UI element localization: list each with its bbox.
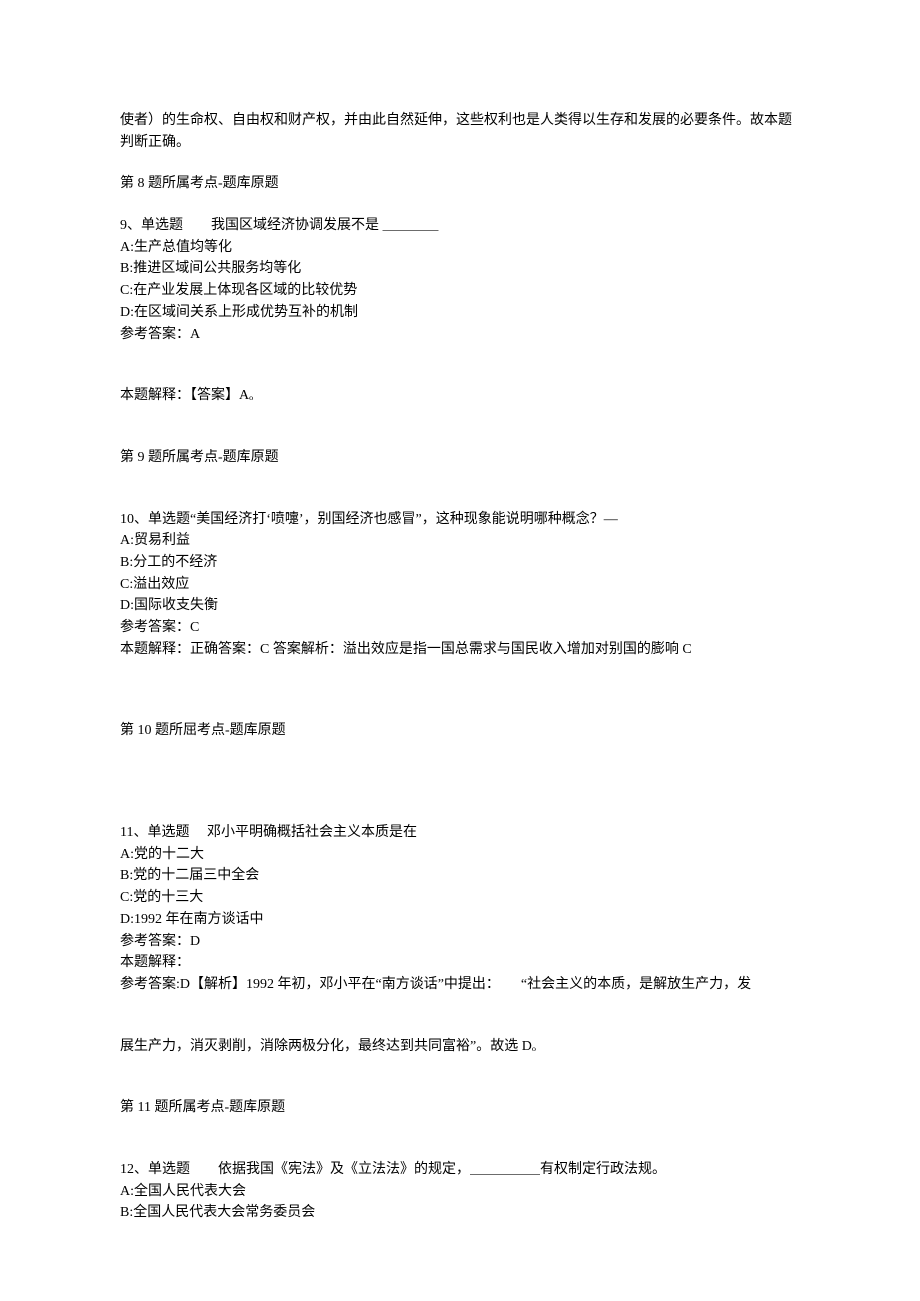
q12-stem: 12、单选题 依据我国《宪法》及《立法法》的规定，＿＿＿＿＿有权制定行政法规。 xyxy=(120,1159,800,1181)
q11-explain-1: 本题解释： xyxy=(120,952,800,974)
spacer xyxy=(120,195,800,215)
q10-option-d: D:国际收支失衡 xyxy=(120,595,800,617)
q10-option-b: B:分工的不经济 xyxy=(120,552,800,574)
q11-topic: 第 11 题所属考点-题库原题 xyxy=(120,1097,800,1119)
q11-answer: 参考答案：D xyxy=(120,931,800,953)
spacer xyxy=(120,153,800,173)
q9-option-c: C:在产业发展上体现各区域的比较优势 xyxy=(120,280,800,302)
q9-answer: 参考答案：A xyxy=(120,324,800,346)
q11-option-a: A:党的十二大 xyxy=(120,844,800,866)
spacer xyxy=(120,742,800,822)
q8-topic: 第 8 题所属考点-题库原题 xyxy=(120,173,800,195)
q9-stem: 9、单选题 我国区域经济协调发展不是 ＿＿＿＿ xyxy=(120,215,800,237)
q9-option-a: A:生产总值均等化 xyxy=(120,237,800,259)
spacer xyxy=(120,1057,800,1097)
q11-option-b: B:党的十二届三中全会 xyxy=(120,865,800,887)
q10-stem: 10、单选题“美国经济打‘喷嚏’，别国经济也感冒”，这种现象能说明哪种概念？— xyxy=(120,509,800,531)
q12-option-a: A:全国人民代表大会 xyxy=(120,1181,800,1203)
q11-explain-2: 参考答案:D【解析】1992 年初，邓小平在“南方谈话”中提出： “社会主义的本… xyxy=(120,974,800,996)
q11-option-c: C:党的十三大 xyxy=(120,887,800,909)
spacer xyxy=(120,1119,800,1159)
q9-explain: 本题解释：【答案】Aₒ xyxy=(120,385,800,407)
q9-topic: 第 9 题所属考点-题库原题 xyxy=(120,447,800,469)
spacer xyxy=(120,469,800,509)
q10-option-a: A:贸易利益 xyxy=(120,530,800,552)
spacer xyxy=(120,407,800,447)
q10-answer: 参考答案：C xyxy=(120,617,800,639)
q12-option-b: B:全国人民代表大会常务委员会 xyxy=(120,1202,800,1224)
q10-option-c: C:溢出效应 xyxy=(120,574,800,596)
spacer xyxy=(120,345,800,385)
spacer xyxy=(120,660,800,720)
q10-explain: 本题解释：正确答案：C 答案解析：溢出效应是指一国总需求与国民收入增加对别国的膨… xyxy=(120,639,800,661)
q9-option-b: B:推进区域间公共服务均等化 xyxy=(120,258,800,280)
q9-option-d: D:在区域间关系上形成优势互补的机制 xyxy=(120,302,800,324)
q8-tail-text: 使者）的生命权、自由权和财产权，并由此自然延伸，这些权利也是人类得以生存和发展的… xyxy=(120,110,800,153)
q10-topic: 第 10 题所屈考点-题库原题 xyxy=(120,720,800,742)
q11-explain-3: 展生产力，消灭剥削，消除两极分化，最终达到共同富裕”。故选 Dₒ xyxy=(120,1036,800,1058)
q11-stem: 11、单选题 邓小平明确概括社会主义本质是在 xyxy=(120,822,800,844)
spacer xyxy=(120,996,800,1036)
q11-option-d: D:1992 年在南方谈话中 xyxy=(120,909,800,931)
